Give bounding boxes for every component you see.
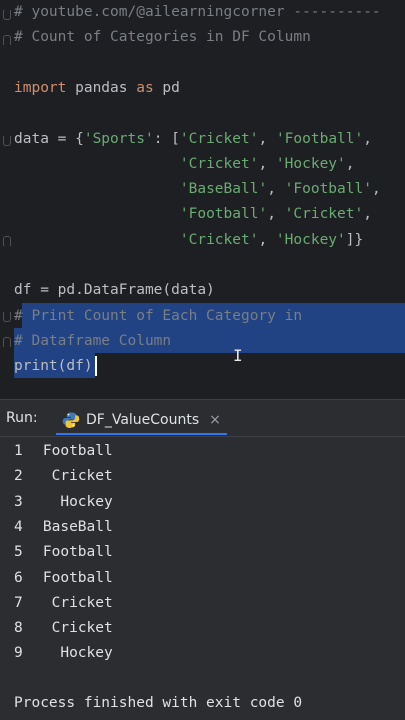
row-value: Cricket (51, 620, 113, 637)
fold-marker-icon[interactable] (3, 312, 11, 322)
code-token: 'Cricket' (179, 231, 259, 248)
tab-df-valuecounts[interactable]: DF_ValueCounts × (56, 406, 227, 435)
code-line[interactable]: # Dataframe Column (14, 329, 171, 354)
row-index: 6 (14, 569, 23, 586)
row-value: Hockey (60, 645, 113, 662)
code-token: 'Football' (179, 206, 268, 223)
code-token: , (363, 130, 372, 147)
code-line[interactable]: 'Cricket', 'Hockey']} (14, 228, 363, 253)
row-index: 8 (14, 620, 23, 637)
code-token: 'Cricket' (179, 155, 259, 172)
console-row: 4 BaseBall (14, 515, 113, 540)
row-value: Football (42, 569, 113, 586)
code-token: as (136, 79, 154, 96)
code-line[interactable]: # youtube.com/@ailearningcorner --------… (14, 0, 381, 25)
close-icon[interactable]: × (209, 412, 221, 428)
code-token: # Count of Categories in DF Column (14, 29, 311, 46)
python-icon (62, 412, 80, 428)
fold-marker-icon[interactable] (3, 337, 11, 347)
code-line[interactable]: # Count of Categories in DF Column (14, 25, 311, 50)
code-line[interactable]: import pandas as pd (14, 76, 180, 101)
row-index: 1 (14, 443, 23, 459)
code-line[interactable]: 'Cricket', 'Hockey', (14, 152, 355, 177)
code-token: , (267, 206, 285, 223)
tab-label: DF_ValueCounts (86, 411, 200, 428)
code-token: pd (153, 79, 180, 96)
run-console-output[interactable]: 1 Football 2 Cricket 3 Hockey 4 BaseBall 5 Footba… (0, 437, 405, 720)
code-token: # youtube.com/@ailearningcorner --------… (14, 4, 381, 20)
code-token: , (363, 206, 372, 223)
console-row: 1 Football (14, 439, 113, 464)
row-index: 5 (14, 544, 23, 561)
fold-marker-icon[interactable] (3, 236, 11, 246)
console-row: 3 Hockey (14, 490, 113, 515)
code-token: ]} (345, 231, 364, 248)
fold-marker-icon[interactable] (3, 35, 11, 45)
code-token: # Dataframe Column (14, 332, 172, 349)
code-token: , (345, 155, 355, 172)
code-line[interactable]: # Print Count of Each Category in (14, 304, 302, 329)
console-row: 7 Cricket (14, 591, 113, 616)
code-line[interactable]: 'BaseBall', 'Football', (14, 177, 381, 202)
row-value: Football (42, 544, 113, 561)
console-row: 2 Cricket (14, 464, 113, 489)
row-index: 3 (14, 493, 23, 510)
text-caret (95, 356, 97, 376)
row-value: Cricket (51, 594, 113, 611)
row-value: Cricket (51, 468, 113, 485)
code-line[interactable]: df = pd.DataFrame(data) (14, 278, 215, 303)
code-token: , (267, 181, 285, 198)
code-token: pandas (66, 79, 137, 96)
code-line[interactable]: 'Football', 'Cricket', (14, 202, 372, 227)
code-token: 'Sports' (83, 130, 154, 147)
code-token: , (258, 130, 276, 147)
code-editor[interactable]: # youtube.com/@ailearningcorner --------… (0, 0, 405, 399)
row-value: Football (42, 443, 113, 459)
code-token: 'Hockey' (275, 155, 346, 172)
row-index: 9 (14, 645, 23, 662)
code-token: 'Hockey' (275, 231, 346, 248)
code-line[interactable]: data = {'Sports': ['Cricket', 'Football'… (14, 127, 372, 152)
console-row: 5 Football (14, 540, 113, 565)
text-cursor-icon: I (233, 346, 243, 365)
row-value: Hockey (60, 493, 113, 510)
row-index: 2 (14, 468, 23, 485)
code-token: 'Cricket' (284, 206, 364, 223)
code-token: df = pd.DataFrame(data) (14, 282, 215, 299)
code-line[interactable]: print(df) (14, 354, 93, 379)
console-row: 8 Cricket (14, 616, 113, 641)
code-token: 'Football' (284, 181, 372, 198)
console-row: 6 Football (14, 566, 113, 591)
code-token: 'BaseBall' (179, 181, 268, 198)
code-token: 'Cricket' (179, 130, 259, 147)
row-value: BaseBall (42, 518, 113, 535)
code-token: data = { (14, 130, 84, 147)
fold-marker-icon[interactable] (3, 136, 11, 146)
process-finished-message: Process finished with exit code 0 (14, 695, 303, 711)
code-token: print(df) (14, 358, 93, 375)
fold-marker-icon[interactable] (3, 10, 11, 20)
run-toolbar: Run: DF_ValueCounts × (0, 400, 405, 437)
code-token: # Print Count of Each Category in (14, 307, 303, 324)
code-token: 'Football' (275, 130, 364, 147)
console-row: 9 Hockey (14, 641, 113, 666)
code-token: , (258, 155, 276, 172)
code-token: import (14, 79, 67, 96)
row-index: 4 (14, 518, 23, 535)
run-label: Run: (6, 410, 38, 426)
row-index: 7 (14, 594, 23, 611)
code-token: , (258, 231, 276, 248)
code-token: , (371, 181, 381, 198)
code-token: : [ (153, 130, 180, 147)
